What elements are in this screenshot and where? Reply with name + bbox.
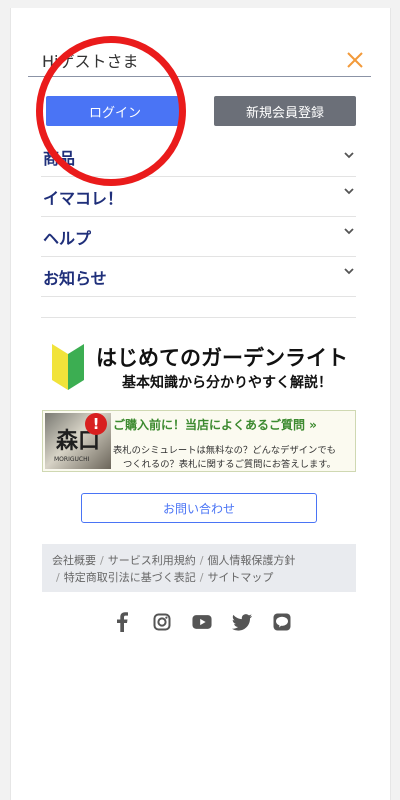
greeting-text: Hiゲストさま: [42, 52, 139, 71]
contact-button[interactable]: お問い合わせ: [81, 493, 317, 523]
separator: /: [199, 571, 204, 584]
banner-title: ご購入前に！当店によくあるご質問 »: [113, 418, 317, 432]
nav-menu: 商品 イマコレ！ ヘルプ お知らせ: [41, 137, 356, 297]
menu-item-label: お知らせ: [43, 269, 107, 288]
menu-drawer: [10, 8, 391, 800]
footer-links: 会社概要 / サービス利用規約 / 個人情報保護方針 / 特定商取引法に基づく表記 / サイト…: [42, 544, 356, 592]
social-links: [112, 610, 292, 634]
menu-item-label: イマコレ！: [43, 189, 124, 208]
footer-link-privacy[interactable]: 個人情報保護方針: [207, 554, 295, 567]
separator: /: [56, 571, 60, 584]
banner-text: 表札のシミュレートは無料なの？どんなデザインでも: [113, 445, 336, 456]
chevron-down-icon: [344, 188, 354, 195]
footer-link-commerce[interactable]: 特定商取引法に基づく表記: [64, 571, 196, 584]
chevron-down-icon: [344, 152, 354, 159]
line-icon[interactable]: [272, 612, 292, 632]
menu-item-imakore[interactable]: イマコレ！: [41, 177, 356, 217]
greeting-row: Hiゲストさま: [28, 44, 371, 77]
menu-item-label: 商品: [43, 149, 76, 168]
menu-item-help[interactable]: ヘルプ: [41, 217, 356, 257]
nameplate-image: 森口 MORIGUCHI !: [45, 413, 111, 469]
beginner-guide-banner[interactable]: はじめてのガーデンライト 基本知識から分かりやすく解説！: [44, 338, 358, 396]
section-divider: [41, 317, 356, 318]
menu-item-label: ヘルプ: [43, 229, 92, 248]
separator: /: [199, 554, 204, 567]
menu-item-products[interactable]: 商品: [41, 137, 356, 177]
menu-item-news[interactable]: お知らせ: [41, 257, 356, 297]
beginner-leaf-icon: [52, 344, 84, 390]
youtube-icon[interactable]: [192, 612, 212, 632]
instagram-icon[interactable]: [152, 612, 172, 632]
banner-title: はじめてのガーデンライト: [96, 346, 348, 370]
login-button[interactable]: ログイン: [46, 96, 184, 126]
nameplate-brand: MORIGUCHI: [54, 456, 90, 463]
exclamation-icon: !: [85, 413, 107, 435]
separator: /: [100, 554, 104, 567]
footer-link-sitemap[interactable]: サイトマップ: [207, 571, 273, 584]
chevron-down-icon: [344, 228, 354, 235]
facebook-icon[interactable]: [112, 612, 132, 632]
close-icon[interactable]: [345, 50, 365, 70]
banner-subtitle: 基本知識から分かりやすく解説！: [122, 375, 332, 391]
faq-banner[interactable]: 森口 MORIGUCHI ! ご購入前に！当店によくあるご質問 » 表札のシミュ…: [42, 410, 356, 472]
footer-link-company[interactable]: 会社概要: [52, 554, 96, 567]
footer-link-terms[interactable]: サービス利用規約: [108, 554, 196, 567]
signup-button[interactable]: 新規会員登録: [214, 96, 356, 126]
banner-text: つくれるの？表札に関するご質問にお答えします。: [123, 459, 336, 470]
chevron-down-icon: [344, 268, 354, 275]
twitter-icon[interactable]: [232, 612, 252, 632]
